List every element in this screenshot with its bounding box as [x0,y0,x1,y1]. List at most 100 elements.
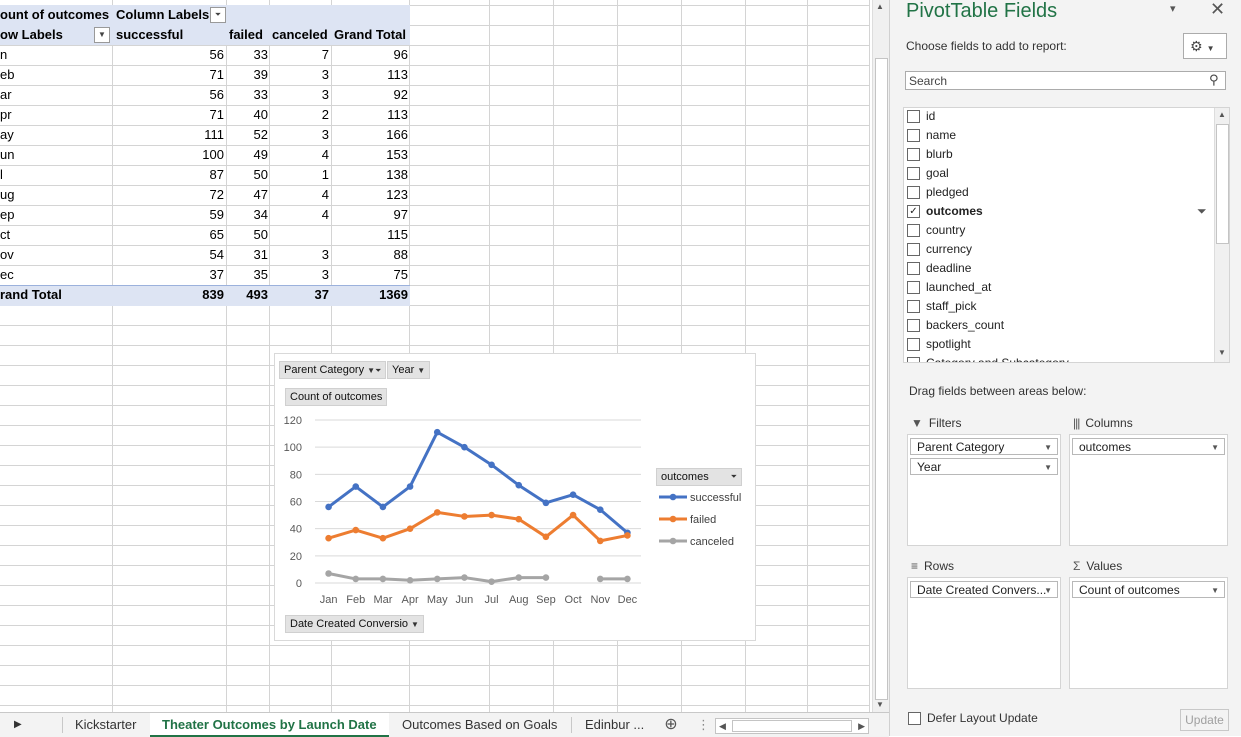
pivot-cell-failed[interactable]: 50 [227,225,268,245]
pivot-chart[interactable]: Parent Category ▼⏷ Year ▼ Count of outcome… [274,353,756,641]
scroll-up-icon[interactable]: ▲ [876,2,884,11]
next-sheet-icon[interactable]: ▶ [14,713,22,737]
row-label[interactable]: un [0,145,110,165]
field-checkbox[interactable] [907,357,920,362]
pivot-cell-successful[interactable]: 54 [113,245,224,265]
row-label[interactable]: l [0,165,110,185]
horizontal-scroll-thumb[interactable] [732,720,852,732]
pivot-cell-failed[interactable]: 34 [227,205,268,225]
row-labels-header[interactable]: ow Labels [0,25,90,45]
grand-total-successful[interactable]: 839 [113,285,224,305]
grand-total-label[interactable]: rand Total [0,285,110,305]
pivot-cell-failed[interactable]: 33 [227,85,268,105]
vertical-scroll-thumb[interactable] [875,58,888,700]
search-input[interactable]: Search [905,71,1226,90]
pivot-cell-canceled[interactable] [270,225,329,245]
pivot-cell-successful[interactable]: 87 [113,165,224,185]
row-label[interactable]: pr [0,105,110,125]
grand-total-total[interactable]: 1369 [332,285,408,305]
pivot-cell-failed[interactable]: 40 [227,105,268,125]
row-label[interactable]: ct [0,225,110,245]
field-checkbox[interactable] [907,243,920,256]
field-item-country[interactable]: country [907,221,1207,240]
pivot-cell-failed[interactable]: 52 [227,125,268,145]
field-item-id[interactable]: id [907,108,1207,126]
row-label[interactable]: eb [0,65,110,85]
tools-gear-button[interactable]: ⚙ ▼ [1183,33,1227,59]
pivot-corner-label[interactable]: ount of outcomes [0,5,110,25]
pivot-cell-canceled[interactable]: 3 [270,265,329,285]
field-checkbox[interactable] [907,224,920,237]
pivot-cell-successful[interactable]: 111 [113,125,224,145]
pivot-cell-canceled[interactable]: 3 [270,245,329,265]
rows-pill-date-created[interactable]: Date Created Convers... ▼ [910,581,1058,598]
field-item-staff-pick[interactable]: staff_pick [907,297,1207,316]
field-item-category-and-subcategory[interactable]: Category and Subcategory [907,354,1207,362]
row-labels-dropdown-button[interactable]: ▼ [94,27,110,43]
column-labels-filter-button[interactable]: ⏷ [210,7,226,23]
field-list[interactable]: id name blurb goal pledged ✓ outcomes ⏷ country c… [903,107,1230,363]
pivot-cell-successful[interactable]: 56 [113,45,224,65]
row-label[interactable]: ec [0,265,110,285]
field-filter-icon[interactable]: ⏷ [1197,202,1207,221]
field-item-backers-count[interactable]: backers_count [907,316,1207,335]
pivot-cell-total[interactable]: 115 [332,225,408,245]
pivot-cell-total[interactable]: 92 [332,85,408,105]
pivot-cell-canceled[interactable]: 7 [270,45,329,65]
pivot-cell-failed[interactable]: 47 [227,185,268,205]
pivot-cell-total[interactable]: 166 [332,125,408,145]
field-list-scrollbar[interactable]: ▲ ▼ [1214,108,1229,362]
row-label[interactable]: n [0,45,110,65]
field-checkbox[interactable] [907,129,920,142]
field-checkbox[interactable] [907,319,920,332]
columns-drop-area[interactable]: outcomes ▼ [1069,434,1228,546]
column-labels-header[interactable]: Column Labels [116,5,211,25]
pivot-cell-successful[interactable]: 72 [113,185,224,205]
pivot-cell-total[interactable]: 96 [332,45,408,65]
field-checkbox[interactable] [907,300,920,313]
scroll-left-icon[interactable]: ◀ [719,719,726,733]
field-checkbox[interactable] [907,148,920,161]
scroll-down-icon[interactable]: ▼ [876,700,884,709]
field-item-deadline[interactable]: deadline [907,259,1207,278]
col-header-failed[interactable]: failed [229,25,269,45]
pivot-cell-failed[interactable]: 39 [227,65,268,85]
pivot-cell-canceled[interactable]: 4 [270,145,329,165]
close-icon[interactable]: ✕ [1210,0,1225,20]
pivot-cell-total[interactable]: 97 [332,205,408,225]
row-label[interactable]: ar [0,85,110,105]
col-header-successful[interactable]: successful [116,25,224,45]
field-checkbox[interactable] [907,167,920,180]
filters-drop-area[interactable]: Parent Category ▼ Year ▼ [907,434,1061,546]
pivot-cell-total[interactable]: 88 [332,245,408,265]
filters-pill-year[interactable]: Year ▼ [910,458,1058,475]
vertical-scrollbar[interactable]: ▲ ▼ [872,0,889,712]
worksheet-grid[interactable]: ount of outcomes Column Labels ⏷ ow Labe… [0,0,870,712]
grand-total-failed[interactable]: 493 [227,285,268,305]
row-label[interactable]: ov [0,245,110,265]
pivot-cell-total[interactable]: 113 [332,105,408,125]
pivot-cell-successful[interactable]: 65 [113,225,224,245]
field-item-launched-at[interactable]: launched_at [907,278,1207,297]
pivot-cell-failed[interactable]: 33 [227,45,268,65]
pivot-cell-total[interactable]: 75 [332,265,408,285]
tab-outcomes-based-on-goals[interactable]: Outcomes Based on Goals [402,713,557,737]
pivot-cell-total[interactable]: 138 [332,165,408,185]
field-item-blurb[interactable]: blurb [907,145,1207,164]
update-button[interactable]: Update [1180,709,1229,731]
pivot-cell-failed[interactable]: 31 [227,245,268,265]
pivot-cell-canceled[interactable]: 4 [270,205,329,225]
pivot-cell-total[interactable]: 153 [332,145,408,165]
field-checkbox[interactable] [907,186,920,199]
pivot-cell-total[interactable]: 123 [332,185,408,205]
defer-layout-checkbox[interactable] [908,712,921,725]
pivot-cell-total[interactable]: 113 [332,65,408,85]
filters-pill-parent-category[interactable]: Parent Category ▼ [910,438,1058,455]
pivot-cell-canceled[interactable]: 3 [270,85,329,105]
field-item-outcomes[interactable]: ✓ outcomes ⏷ [907,202,1207,221]
row-label[interactable]: ug [0,185,110,205]
grand-total-canceled[interactable]: 37 [270,285,329,305]
field-item-goal[interactable]: goal [907,164,1207,183]
field-checkbox[interactable] [907,281,920,294]
columns-pill-outcomes[interactable]: outcomes ▼ [1072,438,1225,455]
